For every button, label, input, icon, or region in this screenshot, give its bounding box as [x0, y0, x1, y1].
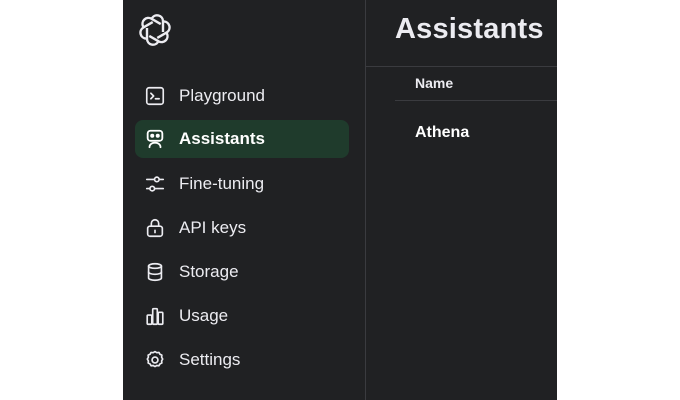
sidebar-item-playground[interactable]: Playground — [135, 77, 349, 115]
table-row[interactable]: Athena — [415, 124, 469, 142]
database-icon — [144, 261, 166, 283]
gear-icon — [144, 349, 166, 371]
lock-icon — [144, 217, 166, 239]
sidebar-item-label: API keys — [179, 218, 247, 237]
sidebar-item-fine-tuning[interactable]: Fine-tuning — [135, 165, 349, 203]
sidebar-item-label: Playground — [179, 86, 266, 105]
app-window: Playground Assistants Fine-tuning API ke… — [123, 0, 557, 400]
sidebar-item-label: Assistants — [179, 129, 265, 148]
robot-icon — [144, 128, 166, 150]
sidebar-item-assistants[interactable]: Assistants — [135, 120, 349, 158]
sliders-icon — [144, 173, 166, 195]
sidebar-item-usage[interactable]: Usage — [135, 297, 349, 335]
sidebar-item-api-keys[interactable]: API keys — [135, 209, 349, 247]
sidebar-item-label: Storage — [179, 262, 239, 281]
main-content: Assistants Name Athena — [366, 0, 557, 400]
sidebar-item-settings[interactable]: Settings — [135, 341, 349, 379]
terminal-icon — [144, 85, 166, 107]
openai-logo-icon[interactable] — [139, 14, 171, 46]
sidebar-item-label: Usage — [179, 306, 229, 325]
sidebar-item-label: Settings — [179, 350, 241, 369]
sidebar-item-label: Fine-tuning — [179, 174, 265, 193]
sidebar: Playground Assistants Fine-tuning API ke… — [123, 0, 366, 400]
column-header-name[interactable]: Name — [415, 75, 453, 91]
table-header-divider — [395, 100, 557, 101]
bar-chart-icon — [144, 305, 166, 327]
sidebar-item-storage[interactable]: Storage — [135, 253, 349, 291]
page-title: Assistants — [395, 13, 544, 45]
header-divider — [366, 66, 557, 67]
